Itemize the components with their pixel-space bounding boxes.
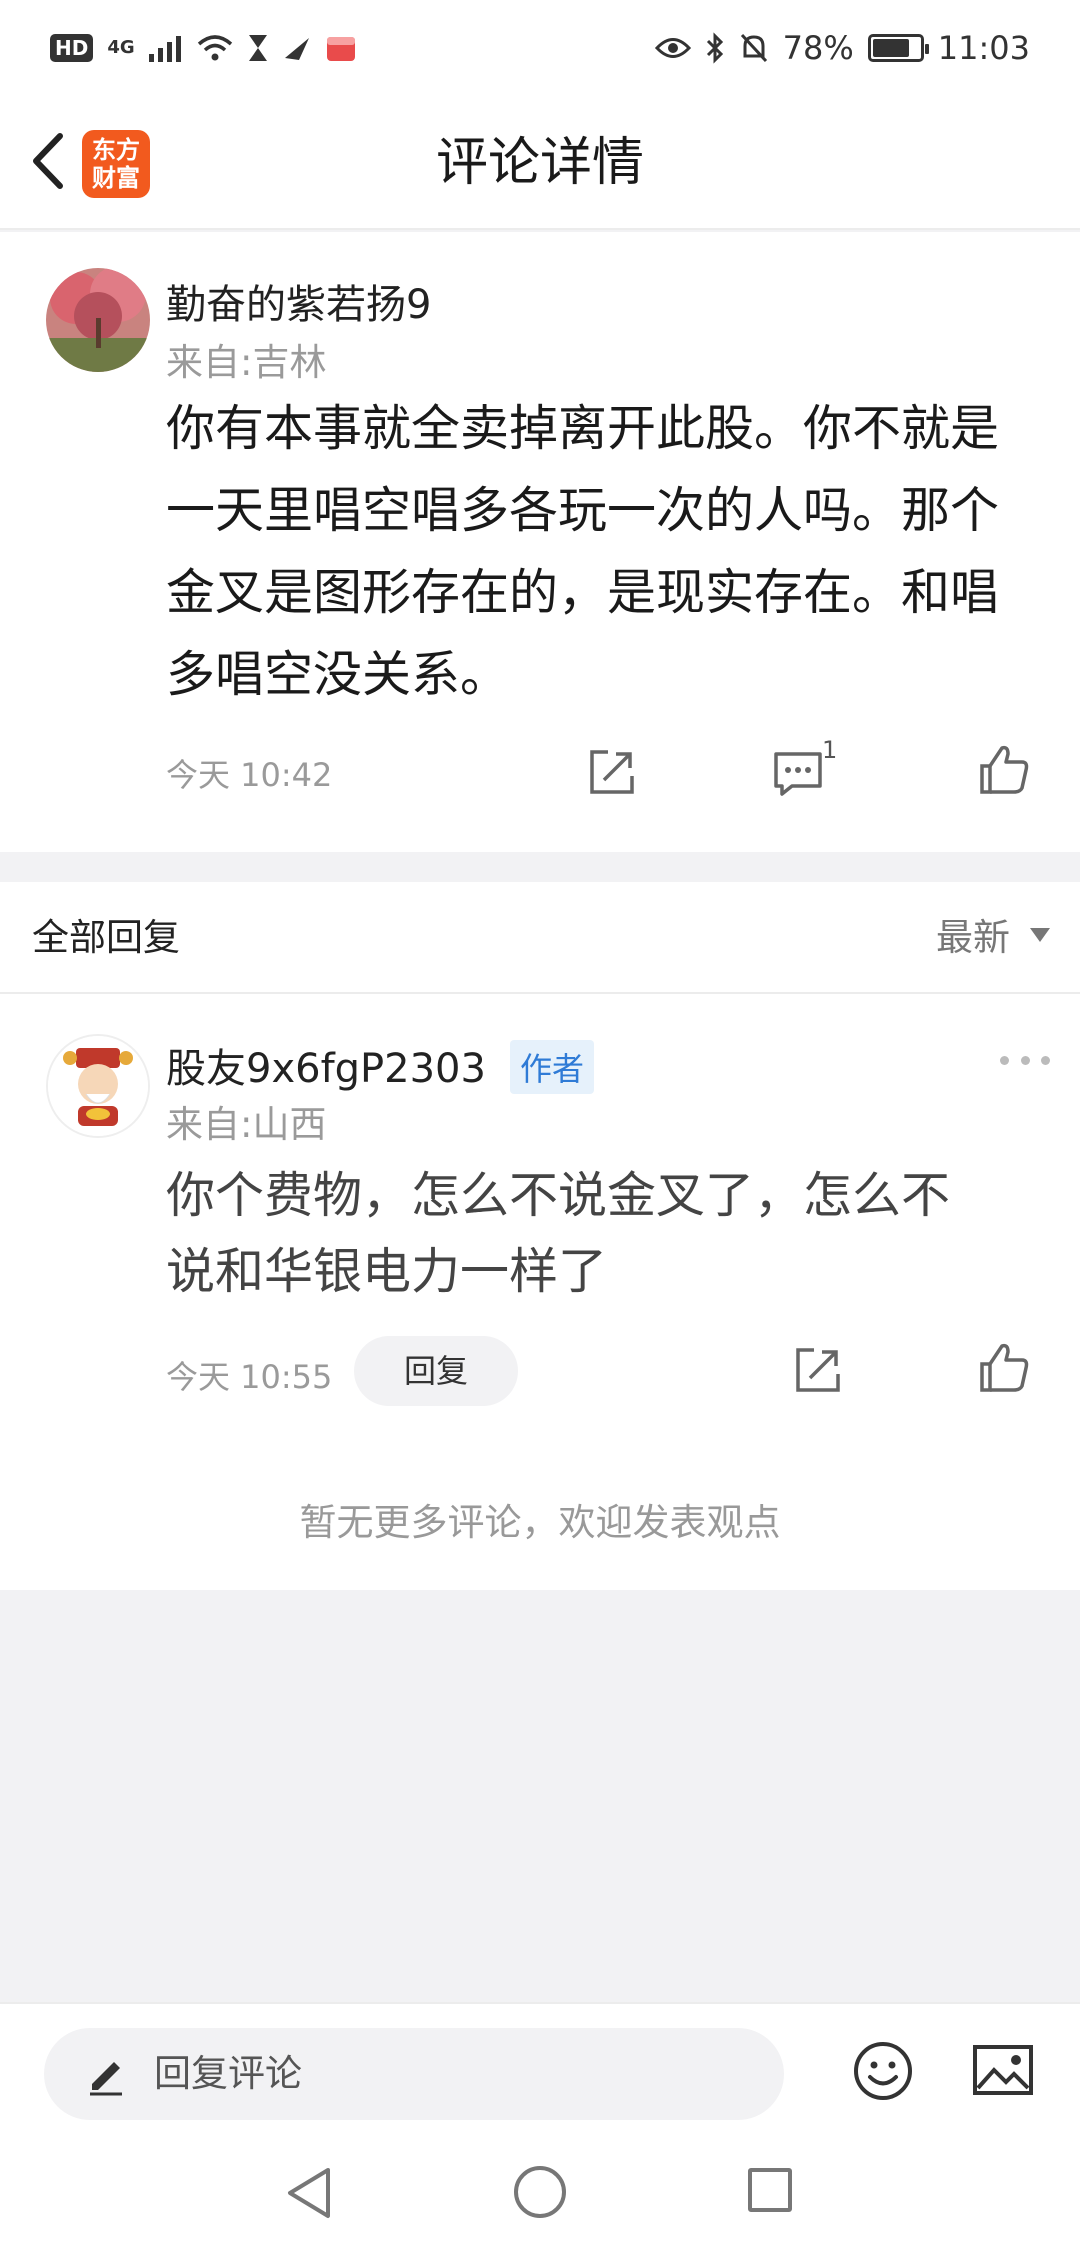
comment-icon[interactable] <box>770 744 826 800</box>
reply-input[interactable]: 回复评论 <box>44 2028 784 2120</box>
like-icon[interactable] <box>976 1340 1032 1396</box>
battery-level <box>872 39 909 57</box>
author-tag: 作者 <box>510 1040 595 1094</box>
wifi-icon <box>197 35 232 61</box>
signal-icon <box>148 36 181 62</box>
comment-text: 你有本事就全卖掉离开此股。你不就是 一天里唱空唱多各玩一次的人吗。那个 金叉是图… <box>166 388 1046 716</box>
nav-home-icon[interactable] <box>514 2166 566 2218</box>
timestamp: 今天 10:55 <box>166 1358 333 1396</box>
reply-line: 你个费物，怎么不说金叉了，怎么不 <box>166 1167 951 1224</box>
bluetooth-icon <box>706 32 723 64</box>
status-bar: HD 4G 78% 11:03 <box>0 0 1080 96</box>
comment-line: 一天里唱空唱多各玩一次的人吗。那个 <box>166 482 1000 539</box>
hourglass-icon <box>248 35 267 61</box>
battery-percent: 78% <box>782 29 854 67</box>
comment-line: 多唱空没关系。 <box>166 646 510 703</box>
username[interactable]: 股友9x6fgP2303 <box>166 1036 486 1094</box>
mute-bell-icon <box>740 33 767 63</box>
more-icon[interactable] <box>1000 1056 1050 1072</box>
reply-count: 1 <box>822 736 838 764</box>
reply-button[interactable]: 回复 <box>354 1336 518 1406</box>
reply-list: 股友9x6fgP2303 作者 来自:山西 你个费物，怎么不说金叉了，怎么不 说… <box>0 994 1080 1590</box>
like-icon[interactable] <box>976 742 1032 798</box>
location: 来自:吉林 <box>166 341 327 384</box>
page-title: 评论详情 <box>435 133 644 193</box>
avatar[interactable] <box>46 268 150 372</box>
timestamp: 今天 10:42 <box>166 756 333 794</box>
app-logo: 东方 财富 <box>82 130 150 198</box>
username[interactable]: 勤奋的紫若扬9 <box>166 272 431 330</box>
share-icon[interactable] <box>584 744 640 800</box>
emoji-icon[interactable] <box>852 2040 914 2102</box>
battery-icon <box>867 34 929 62</box>
network-type: 4G <box>107 37 135 58</box>
clock: 11:03 <box>937 29 1030 67</box>
pencil-icon <box>90 2062 122 2096</box>
caret-down-icon[interactable] <box>1030 928 1050 942</box>
reply-line: 说和华银电力一样了 <box>166 1243 608 1300</box>
eye-icon <box>654 38 691 58</box>
hd-icon: HD <box>50 34 94 62</box>
comment-line: 你有本事就全卖掉离开此股。你不就是 <box>166 400 1000 457</box>
share-icon[interactable] <box>790 1342 846 1398</box>
nav-recent-icon[interactable] <box>748 2168 792 2212</box>
replies-title: 全部回复 <box>32 916 180 959</box>
image-icon[interactable] <box>972 2042 1034 2098</box>
navigation-bar <box>0 2138 1080 2244</box>
header: 评论详情 东方 财富 <box>0 96 1080 230</box>
avatar[interactable] <box>46 1034 150 1138</box>
replies-header: 全部回复 最新 <box>0 882 1080 994</box>
status-left: HD 4G <box>50 33 357 63</box>
sort-dropdown[interactable]: 最新 <box>936 882 1010 994</box>
send-icon <box>284 38 309 60</box>
nav-back-icon[interactable] <box>284 2166 334 2220</box>
no-more-comments: 暂无更多评论，欢迎发表观点 <box>299 1501 781 1544</box>
reply-input-placeholder: 回复评论 <box>154 2052 302 2095</box>
location: 来自:山西 <box>166 1103 327 1146</box>
comment-line: 金叉是图形存在的，是现实存在。和唱 <box>166 564 1000 621</box>
reply-text: 你个费物，怎么不说金叉了，怎么不 说和华银电力一样了 <box>166 1158 1026 1310</box>
app-notification-icon <box>326 37 355 61</box>
back-icon[interactable] <box>20 126 84 196</box>
main-comment: 勤奋的紫若扬9 来自:吉林 你有本事就全卖掉离开此股。你不就是 一天里唱空唱多各… <box>0 232 1080 852</box>
bottom-bar: 回复评论 <box>0 2002 1080 2138</box>
status-right: 78% 11:03 <box>654 29 1030 67</box>
